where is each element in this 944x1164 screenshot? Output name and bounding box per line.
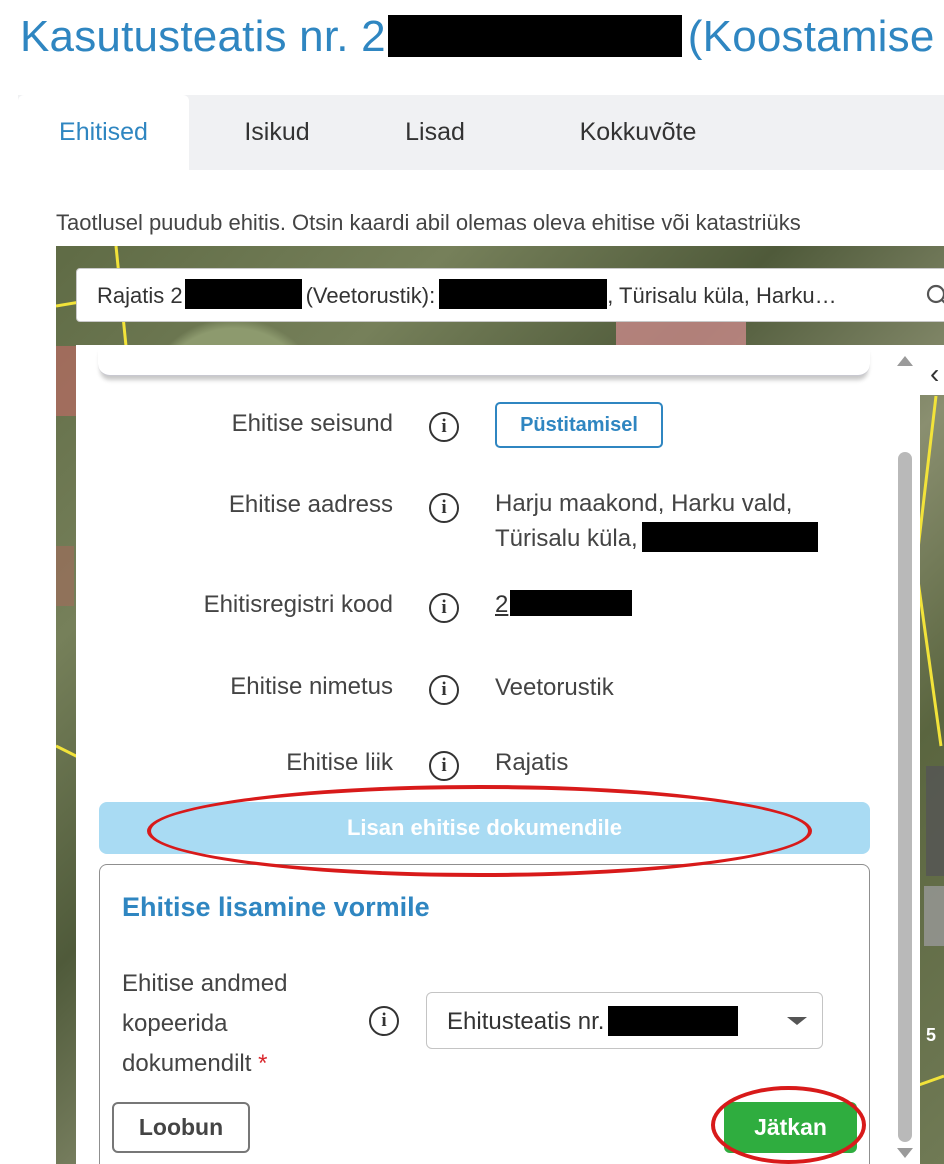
registry-code-label: Ehitisregistri kood	[203, 591, 393, 618]
title-prefix: Kasutusteatis nr. 2	[20, 12, 386, 61]
source-document-value-text: Ehitusteatis nr.	[447, 1008, 605, 1035]
tab-isikud[interactable]: Isikud	[218, 95, 336, 170]
panel-collapsed-header	[98, 345, 870, 376]
redacted-block	[608, 1006, 739, 1036]
registry-code-value[interactable]: 2	[495, 591, 508, 618]
info-icon[interactable]: i	[369, 1006, 399, 1036]
form-heading: Ehitise lisamine vormile	[122, 892, 430, 922]
tab-bar: Ehitised Isikud Lisad Kokkuvõte	[18, 95, 944, 170]
building-name-value: Veetorustik	[495, 674, 614, 701]
address-label: Ehitise aadress	[228, 491, 393, 518]
redacted-block	[387, 15, 682, 57]
info-icon[interactable]: i	[429, 675, 459, 705]
redacted-block	[439, 279, 608, 309]
search-middle: (Veetorustik):	[305, 283, 436, 308]
info-icon[interactable]: i	[429, 751, 459, 781]
title-suffix: (Koostamise	[687, 12, 935, 61]
page-title: Kasutusteatis nr. 2 (Koostamise	[20, 12, 935, 62]
copy-from-document-label: Ehitise andmed kopeerida dokumendilt *	[122, 964, 342, 1084]
address-line-2: Türisalu küla,	[495, 522, 818, 556]
info-icon[interactable]: i	[429, 593, 459, 623]
scroll-down-arrow[interactable]	[897, 1148, 913, 1158]
annotation-ellipse	[711, 1086, 866, 1164]
search-input[interactable]: Rajatis 2 (Veetorustik): , Türisalu küla, …	[76, 268, 944, 322]
scroll-up-arrow[interactable]	[897, 356, 913, 366]
building-type-label: Ehitise liik	[286, 749, 393, 776]
registry-code-link[interactable]: 2	[495, 588, 633, 622]
redacted-block	[510, 590, 633, 616]
no-building-notice: Taotlusel puudub ehitis. Otsin kaardi ab…	[56, 210, 801, 235]
chevron-down-icon[interactable]	[787, 1017, 807, 1025]
address-line-1: Harju maakond, Harku vald,	[495, 490, 793, 517]
source-document-select[interactable]: Ehitusteatis nr.	[426, 992, 823, 1049]
search-icon[interactable]	[925, 283, 944, 307]
scrollbar-thumb[interactable]	[898, 452, 912, 1142]
tab-lisad[interactable]: Lisad	[380, 95, 490, 170]
source-document-value: Ehitusteatis nr.	[447, 993, 739, 1050]
search-value: Rajatis 2 (Veetorustik): , Türisalu küla, …	[97, 269, 837, 323]
building-name-label: Ehitise nimetus	[230, 673, 393, 700]
building-type-value: Rajatis	[495, 749, 569, 776]
info-icon[interactable]: i	[429, 493, 459, 523]
tab-ehitised[interactable]: Ehitised	[18, 95, 189, 170]
cancel-button[interactable]: Loobun	[112, 1102, 250, 1153]
search-prefix: Rajatis 2	[97, 283, 183, 308]
search-suffix: , Türisalu küla, Harku…	[607, 283, 837, 308]
address-line-2-text: Türisalu küla,	[495, 525, 638, 552]
tab-kokkuvote[interactable]: Kokkuvõte	[538, 95, 738, 170]
chevron-left-icon[interactable]: ‹	[930, 360, 939, 388]
title-bar: Kasutusteatis nr. 2 (Koostamise	[0, 0, 944, 92]
annotation-ellipse	[147, 785, 812, 877]
redacted-block	[641, 522, 818, 552]
info-icon[interactable]: i	[429, 412, 459, 442]
redacted-block	[184, 279, 302, 309]
map-parcel-label: 5	[926, 1025, 936, 1045]
status-badge: Püstitamisel	[495, 402, 663, 448]
status-label: Ehitise seisund	[231, 410, 393, 437]
required-marker: *	[258, 1050, 268, 1077]
